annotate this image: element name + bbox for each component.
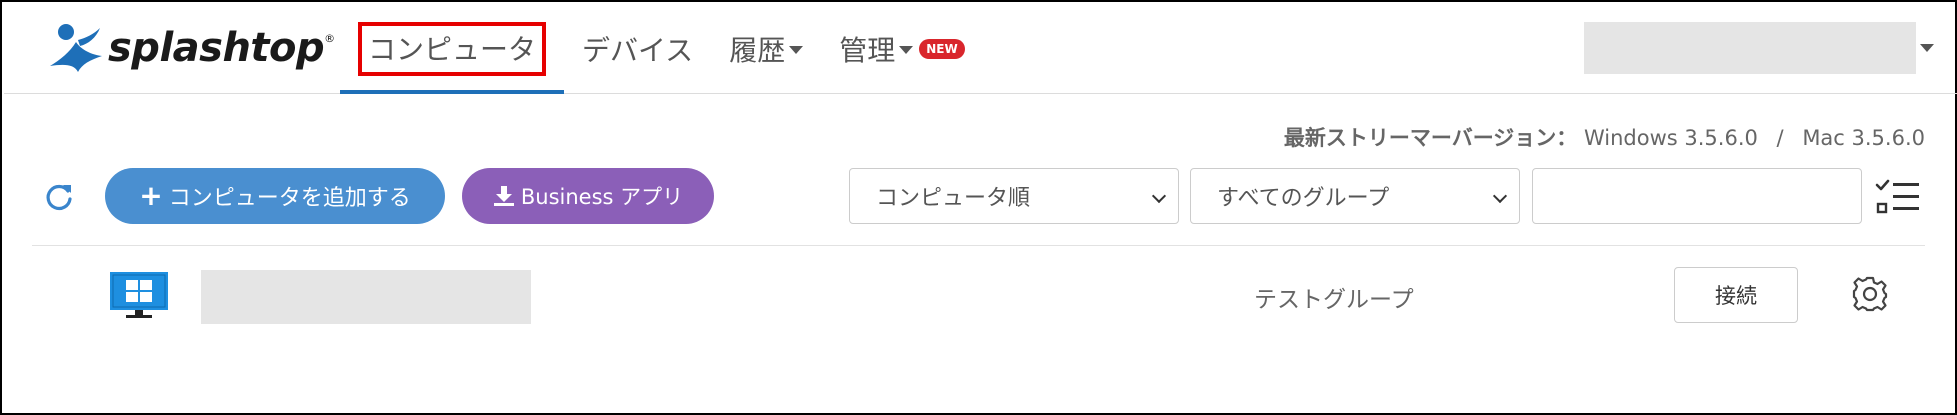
brand-reg-mark: ® xyxy=(324,31,336,45)
checklist-icon[interactable] xyxy=(1875,178,1921,214)
splashtop-logo-icon xyxy=(50,24,102,72)
search-input[interactable] xyxy=(1532,168,1862,224)
nav-management[interactable]: 管理 NEW xyxy=(821,4,983,93)
download-icon xyxy=(493,186,514,206)
streamer-version-info: 最新ストリーマーバージョン： Windows 3.5.6.0 / Mac 3.5… xyxy=(1284,122,1925,152)
add-computer-button[interactable]: + コンピュータを追加する xyxy=(105,168,445,224)
group-filter-value: すべてのグループ xyxy=(1217,186,1390,211)
account-menu[interactable] xyxy=(1584,22,1916,74)
version-mac: Mac 3.5.6.0 xyxy=(1802,126,1925,150)
plus-icon: + xyxy=(139,179,163,212)
windows-monitor-icon xyxy=(110,272,168,318)
nav-computers-label: コンピュータ xyxy=(358,21,547,76)
gear-icon[interactable] xyxy=(1852,276,1888,312)
business-app-label: Business アプリ xyxy=(520,185,684,209)
chevron-down-icon xyxy=(789,45,804,54)
list-divider xyxy=(32,245,1925,246)
nav-computers[interactable]: コンピュータ xyxy=(340,4,565,94)
nav-devices-label: デバイス xyxy=(582,33,694,67)
nav-history[interactable]: 履歴 xyxy=(711,4,821,93)
window-frame: splashtop ® コンピュータ デバイス 履歴 管理 NEW 最新ストリーマ… xyxy=(0,0,1957,415)
top-header: splashtop ® コンピュータ デバイス 履歴 管理 NEW xyxy=(4,4,1957,94)
chevron-down-icon xyxy=(1492,188,1508,204)
version-windows: Windows 3.5.6.0 xyxy=(1583,126,1758,150)
brand-name: splashtop xyxy=(108,25,325,71)
nav-devices[interactable]: デバイス xyxy=(564,4,711,93)
group-filter-select[interactable]: すべてのグループ xyxy=(1190,168,1520,224)
nav-history-label: 履歴 xyxy=(729,33,786,67)
chevron-down-icon[interactable] xyxy=(1920,44,1934,52)
connect-button[interactable]: 接続 xyxy=(1674,267,1798,323)
main-nav: コンピュータ デバイス 履歴 管理 NEW xyxy=(340,4,983,94)
add-computer-label: コンピュータを追加する xyxy=(168,186,411,211)
business-app-button[interactable]: Business アプリ xyxy=(462,168,714,224)
new-badge: NEW xyxy=(919,38,965,59)
version-separator: / xyxy=(1776,126,1784,150)
brand-logo[interactable]: splashtop ® xyxy=(48,18,335,78)
chevron-down-icon xyxy=(1151,188,1167,204)
nav-management-label: 管理 xyxy=(839,33,896,67)
computer-name[interactable] xyxy=(201,270,531,324)
chevron-down-icon xyxy=(899,45,914,54)
sort-order-select[interactable]: コンピュータ順 xyxy=(849,168,1179,224)
computer-group: テストグループ xyxy=(1254,287,1414,313)
sort-order-value: コンピュータ順 xyxy=(876,186,1031,211)
version-label: 最新ストリーマーバージョン： xyxy=(1283,126,1578,150)
connect-label: 接続 xyxy=(1715,284,1757,308)
refresh-icon[interactable] xyxy=(44,182,74,212)
